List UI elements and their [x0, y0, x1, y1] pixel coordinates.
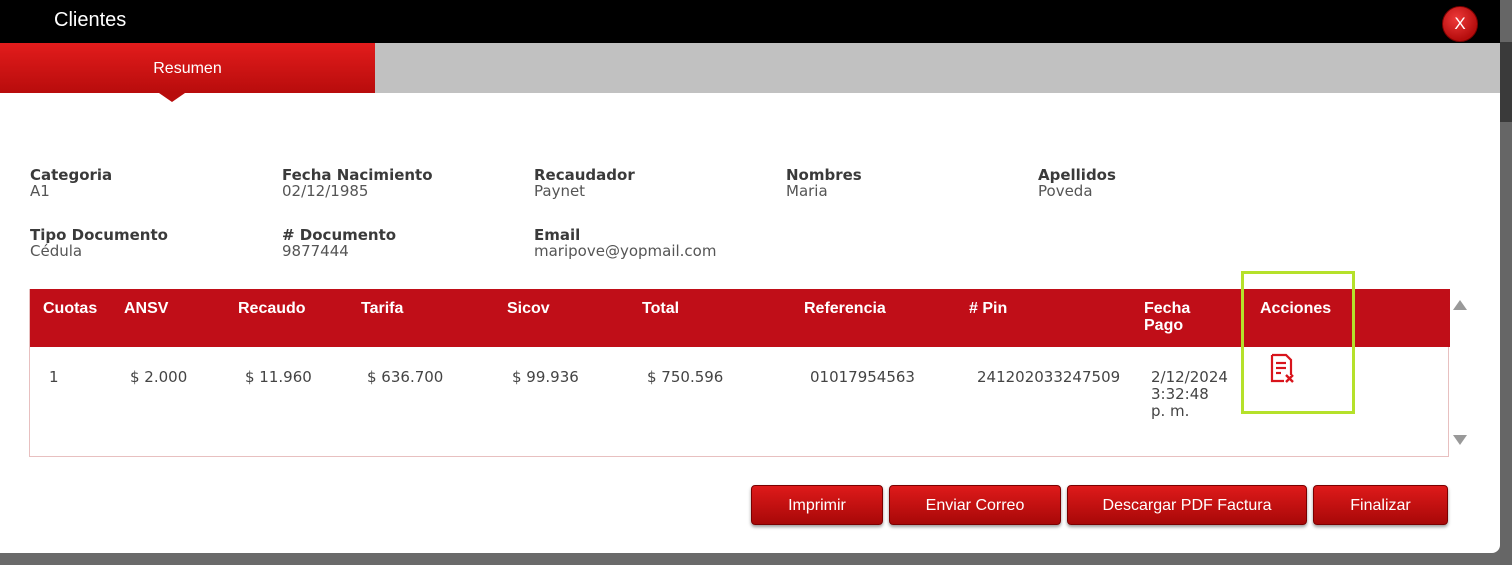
col-header-pin: # Pin [969, 300, 1008, 317]
col-header-cuotas: Cuotas [43, 300, 98, 317]
cell-sicov: $ 99.936 [512, 368, 579, 386]
cell-referencia: 01017954563 [810, 368, 915, 386]
field-label: Apellidos [1038, 166, 1116, 184]
cell-ansv: $ 2.000 [130, 368, 188, 386]
scrollbar-thumb[interactable] [1500, 42, 1512, 122]
active-tab-pointer [159, 93, 185, 102]
field-recaudador: Recaudador Paynet [534, 167, 635, 199]
field-value: maripove@yopmail.com [534, 242, 717, 260]
cell-recaudo: $ 11.960 [245, 368, 312, 386]
field-value: A1 [30, 182, 50, 200]
field-documento: # Documento 9877444 [282, 227, 396, 259]
col-header-total: Total [642, 300, 680, 317]
field-value: Poveda [1038, 182, 1093, 200]
cell-fecha-pago: 2/12/2024 3:32:48 p. m. [1151, 368, 1228, 420]
right-scrollbar[interactable] [1500, 0, 1512, 565]
field-fecha-nacimiento: Fecha Nacimiento 02/12/1985 [282, 167, 433, 199]
finalizar-button[interactable]: Finalizar [1313, 485, 1448, 525]
field-label: Categoria [30, 166, 113, 184]
imprimir-button[interactable]: Imprimir [751, 485, 883, 525]
enviar-correo-button[interactable]: Enviar Correo [889, 485, 1061, 525]
col-header-referencia: Referencia [804, 300, 886, 317]
col-header-tarifa: Tarifa [361, 300, 404, 317]
field-nombres: Nombres Maria [786, 167, 862, 199]
field-label: Recaudador [534, 166, 635, 184]
col-header-fecha-pago: Fecha Pago [1144, 300, 1191, 334]
field-label: # Documento [282, 226, 397, 244]
cell-pin: 241202033247509 [977, 368, 1121, 386]
col-header-recaudo: Recaudo [238, 300, 306, 317]
cell-cuotas: 1 [49, 368, 59, 386]
field-label: Email [534, 226, 581, 244]
field-label: Tipo Documento [30, 226, 168, 244]
payments-table: Cuotas ANSV Recaudo Tarifa Sicov Total R… [29, 289, 1450, 457]
table-scroll-down-arrow[interactable] [1453, 435, 1467, 445]
field-value: 02/12/1985 [282, 182, 369, 200]
clientes-modal: Clientes X Resumen Categoria A1 Fecha Na… [0, 0, 1500, 553]
field-value: Cédula [30, 242, 83, 260]
field-categoria: Categoria A1 [30, 167, 112, 199]
field-label: Fecha Nacimiento [282, 166, 433, 184]
field-apellidos: Apellidos Poveda [1038, 167, 1116, 199]
field-value: Paynet [534, 182, 586, 200]
field-value: Maria [786, 182, 828, 200]
table-header: Cuotas ANSV Recaudo Tarifa Sicov Total R… [30, 289, 1450, 347]
close-button[interactable]: X [1442, 6, 1478, 42]
table-scroll-up-arrow[interactable] [1453, 300, 1467, 310]
tab-bar: Resumen [0, 43, 1500, 93]
field-email: Email maripove@yopmail.com [534, 227, 716, 259]
tab-resumen[interactable]: Resumen [0, 43, 375, 93]
field-tipo-documento: Tipo Documento Cédula [30, 227, 168, 259]
cell-total: $ 750.596 [647, 368, 724, 386]
modal-title: Clientes [54, 9, 127, 31]
col-header-sicov: Sicov [507, 300, 550, 317]
cell-tarifa: $ 636.700 [367, 368, 444, 386]
descargar-pdf-factura-button[interactable]: Descargar PDF Factura [1067, 485, 1307, 525]
field-label: Nombres [786, 166, 862, 184]
modal-title-bar: Clientes X [0, 0, 1500, 43]
acciones-highlight-box [1241, 271, 1355, 414]
field-value: 9877444 [282, 242, 349, 260]
col-header-ansv: ANSV [124, 300, 169, 317]
